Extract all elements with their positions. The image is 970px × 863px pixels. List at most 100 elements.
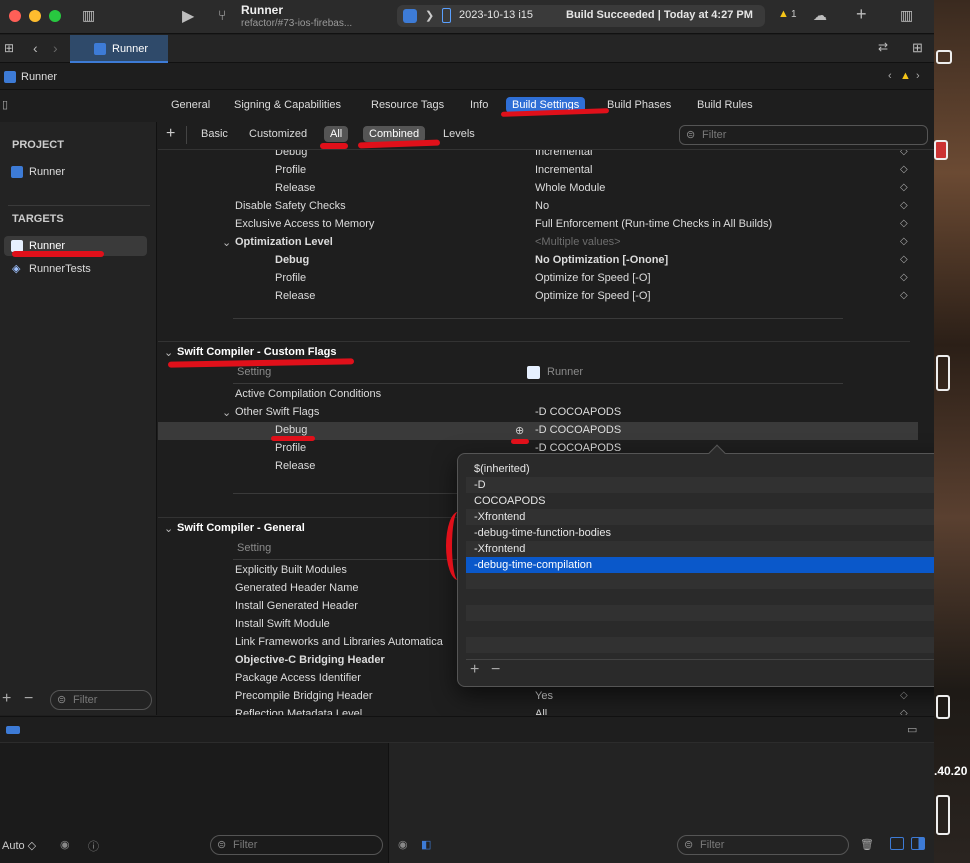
sidebar-item-target-runnertests[interactable]: ◈ RunnerTests: [4, 259, 147, 279]
setting-value[interactable]: Yes: [535, 690, 553, 702]
eye-icon[interactable]: ◉: [60, 838, 70, 851]
trash-icon[interactable]: 🗑: [860, 838, 874, 851]
setting-row[interactable]: ⌄ Optimization Level <Multiple values> ◇: [158, 234, 918, 252]
disclosure-triangle-icon[interactable]: ⌄: [222, 406, 231, 419]
setting-row[interactable]: Exclusive Access to Memory Full Enforceme…: [158, 216, 918, 234]
warning-icon[interactable]: ▲: [900, 70, 911, 82]
setting-value[interactable]: All: [535, 708, 547, 715]
setting-value[interactable]: <Multiple values>: [535, 236, 621, 248]
setting-row[interactable]: Release Optimize for Speed [-O] ◇: [158, 288, 918, 306]
forward-icon[interactable]: ›: [53, 40, 58, 56]
flag-list-item[interactable]: -debug-time-compilation: [466, 557, 934, 573]
flag-list-item[interactable]: COCOAPODS: [466, 493, 934, 509]
toggle-icon[interactable]: ◧: [421, 838, 431, 851]
setting-value[interactable]: Optimize for Speed [-O]: [535, 272, 651, 284]
disclosure-triangle-icon[interactable]: ⌄: [222, 236, 231, 249]
tab-signing-capabilities[interactable]: Signing & Capabilities: [228, 97, 347, 113]
run-destination[interactable]: 2023-10-13 i15: [459, 9, 533, 21]
setting-value[interactable]: No Optimization [-Onone]: [535, 254, 668, 266]
split-editor-icon[interactable]: ⊞: [912, 40, 923, 56]
zoom-window-button[interactable]: [49, 10, 61, 22]
remove-target-button[interactable]: −: [24, 690, 33, 708]
setting-row[interactable]: ⌄ Other Swift Flags -D COCOAPODS: [158, 404, 918, 422]
add-target-button[interactable]: +: [2, 690, 11, 708]
setting-value[interactable]: Incremental: [535, 150, 592, 158]
stepper-icon[interactable]: ◇: [900, 218, 908, 229]
stepper-icon[interactable]: ◇: [900, 272, 908, 283]
stepper-icon[interactable]: ◇: [900, 164, 908, 175]
setting-value[interactable]: No: [535, 200, 549, 212]
tab-general[interactable]: General: [165, 97, 216, 113]
minimize-window-button[interactable]: [29, 10, 41, 22]
flag-list-item[interactable]: -D: [466, 477, 934, 493]
setting-value[interactable]: Optimize for Speed [-O]: [535, 290, 651, 302]
setting-value[interactable]: -D COCOAPODS: [535, 424, 621, 436]
tab-info[interactable]: Info: [464, 97, 494, 113]
add-icon[interactable]: +: [856, 4, 867, 25]
stepper-icon[interactable]: ◇: [900, 236, 908, 247]
chevron-left-icon[interactable]: ‹: [888, 70, 892, 82]
filter-basic[interactable]: Basic: [195, 126, 234, 142]
sidebar-toggle-icon[interactable]: ▥: [82, 7, 95, 24]
settings-search-input[interactable]: Filter: [679, 125, 928, 145]
setting-row[interactable]: Precompile Bridging Header Yes ◇: [158, 688, 918, 706]
flag-list-item[interactable]: $(inherited): [466, 461, 934, 477]
stepper-icon[interactable]: ◇: [900, 690, 908, 701]
setting-row[interactable]: Debug No Optimization [-Onone] ◇: [158, 252, 918, 270]
info-icon[interactable]: ⓘ: [88, 838, 99, 854]
sidebar-item-project[interactable]: Runner: [4, 162, 147, 182]
back-icon[interactable]: ‹: [33, 40, 38, 56]
filter-all[interactable]: All: [324, 126, 349, 142]
add-value-icon[interactable]: ⊕: [515, 424, 524, 437]
tab-runner[interactable]: Runner: [70, 35, 168, 63]
filter-customized[interactable]: Customized: [243, 126, 313, 142]
stepper-icon[interactable]: ◇: [900, 150, 908, 157]
stepper-icon[interactable]: ◇: [900, 182, 908, 193]
setting-row[interactable]: Release Whole Module ◇: [158, 180, 918, 198]
hide-debug-area-icon[interactable]: ▭: [907, 723, 917, 736]
add-setting-button[interactable]: +: [166, 125, 175, 143]
eye-icon[interactable]: ◉: [398, 838, 408, 851]
inspector-toggle-icon[interactable]: ▥: [900, 7, 913, 24]
setting-row[interactable]: Debug Incremental ◇: [158, 150, 918, 162]
variables-scope-select[interactable]: Auto ◇: [2, 839, 36, 852]
run-button-icon[interactable]: ▶: [182, 6, 194, 26]
left-pane-toggle-icon[interactable]: [890, 837, 904, 850]
flag-list-item[interactable]: -Xfrontend: [466, 541, 934, 557]
variables-filter-input[interactable]: Filter: [210, 835, 383, 855]
stepper-icon[interactable]: ◇: [900, 708, 908, 715]
setting-value[interactable]: -D COCOAPODS: [535, 406, 621, 418]
flag-list-item[interactable]: -debug-time-function-bodies: [466, 525, 934, 541]
setting-value[interactable]: Full Enforcement (Run-time Checks in All…: [535, 218, 772, 230]
setting-value[interactable]: Incremental: [535, 164, 592, 176]
filter-levels[interactable]: Levels: [437, 126, 481, 142]
console-filter-input[interactable]: Filter: [677, 835, 849, 855]
remove-flag-button[interactable]: −: [491, 661, 500, 679]
add-flag-button[interactable]: +: [470, 661, 479, 679]
close-window-button[interactable]: [9, 10, 21, 22]
stepper-icon[interactable]: ◇: [900, 290, 908, 301]
console-view[interactable]: [389, 743, 934, 863]
disclosure-triangle-icon[interactable]: ⌄: [164, 346, 173, 359]
setting-row[interactable]: Reflection Metadata Level All ◇: [158, 706, 918, 715]
sidebar-filter-input[interactable]: Filter: [50, 690, 152, 710]
setting-value[interactable]: Whole Module: [535, 182, 605, 194]
setting-row[interactable]: Active Compilation Conditions: [158, 386, 918, 404]
warning-icon[interactable]: ▲: [778, 8, 789, 20]
stepper-icon[interactable]: ◇: [900, 254, 908, 265]
hide-sidebar-icon[interactable]: ▯: [2, 98, 8, 111]
setting-row[interactable]: Disable Safety Checks No ◇: [158, 198, 918, 216]
tab-build-rules[interactable]: Build Rules: [691, 97, 759, 113]
tab-build-phases[interactable]: Build Phases: [601, 97, 677, 113]
swap-icon[interactable]: ⇄: [878, 40, 888, 54]
debug-area-toggle-icon[interactable]: [6, 726, 20, 734]
chevron-right-icon[interactable]: ›: [916, 70, 920, 82]
right-pane-toggle-icon[interactable]: [911, 837, 925, 850]
tab-resource-tags[interactable]: Resource Tags: [365, 97, 450, 113]
jump-path[interactable]: Runner: [21, 71, 57, 83]
activity-view[interactable]: ❯ 2023-10-13 i15 Build Succeeded | Today…: [397, 5, 765, 27]
stepper-icon[interactable]: ◇: [900, 200, 908, 211]
setting-row[interactable]: Profile Optimize for Speed [-O] ◇: [158, 270, 918, 288]
grid-icon[interactable]: ⊞: [4, 41, 14, 55]
flag-list-item[interactable]: -Xfrontend: [466, 509, 934, 525]
